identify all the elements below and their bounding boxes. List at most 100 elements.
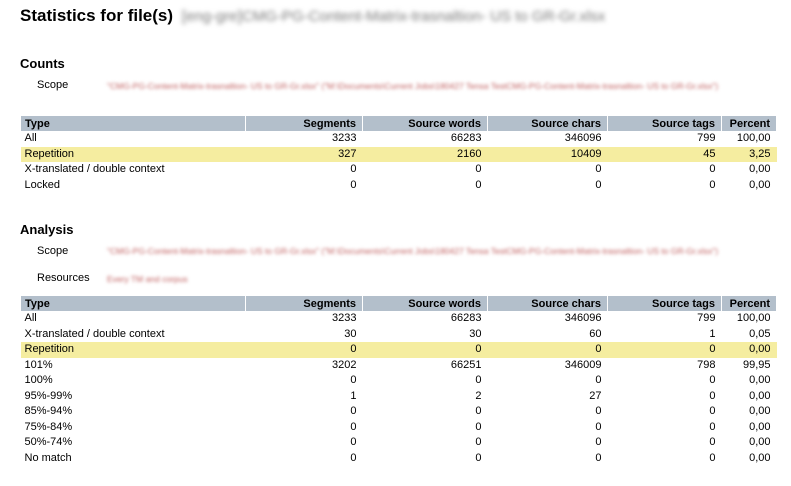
value-cell: 0 xyxy=(475,405,482,418)
value-cell: 0,00 xyxy=(749,163,771,176)
row-type-cell: 100% xyxy=(24,374,53,387)
row-type-cell: 85%-94% xyxy=(24,405,73,418)
row-type-cell: Locked xyxy=(24,178,60,191)
row-type-cell: All xyxy=(24,312,37,325)
value-cell: 2160 xyxy=(362,146,488,162)
value-cell: 346009 xyxy=(564,358,602,371)
column-header: Source chars xyxy=(487,116,608,131)
column-header: Percent xyxy=(721,296,777,311)
analysis-scope-value: "CMG-PG-Content-Matrix-trasnaltion- US t… xyxy=(107,246,719,256)
value-cell: 799 xyxy=(697,132,716,145)
row-type-cell: No match xyxy=(24,451,72,464)
analysis-table: Type Segments Source words Source chars Sour… xyxy=(20,296,777,466)
value-cell: 0 xyxy=(475,451,482,464)
table-row: 85%-94% 0 0 0 0 0,00 xyxy=(21,404,777,420)
counts-scope-label: Scope xyxy=(37,79,69,91)
value-cell: 0 xyxy=(595,163,602,176)
column-header: Type xyxy=(20,116,246,131)
table-row: 50%-74% 0 0 0 0 0,00 xyxy=(21,435,777,451)
value-cell: 60 xyxy=(589,327,602,340)
table-header-row: Type Segments Source words Source chars Sour… xyxy=(20,116,777,131)
table-row: 100% 0 0 0 0 0,00 xyxy=(21,373,777,389)
table-header-row: Type Segments Source words Source chars Sour… xyxy=(20,296,777,311)
row-type-cell: Repetition xyxy=(20,342,246,358)
value-cell: 0 xyxy=(475,178,482,191)
counts-scope-value: "CMG-PG-Content-Matrix-trasnaltion- US t… xyxy=(107,81,719,91)
value-cell: 0 xyxy=(709,436,716,449)
analysis-resources-value: Every TM and corpus xyxy=(107,274,188,284)
value-cell: 0,00 xyxy=(749,451,771,464)
value-cell: 3202 xyxy=(332,358,357,371)
value-cell: 66251 xyxy=(450,358,482,371)
value-cell: 0,00 xyxy=(749,374,771,387)
value-cell: 327 xyxy=(245,146,363,162)
value-cell: 100,00 xyxy=(736,312,771,325)
value-cell: 30 xyxy=(344,327,357,340)
value-cell: 0 xyxy=(350,374,357,387)
value-cell: 0,00 xyxy=(749,405,771,418)
value-cell: 346096 xyxy=(564,132,602,145)
column-header: Segments xyxy=(245,116,363,131)
value-cell: 0 xyxy=(595,178,602,191)
table-row: All 3233 66283 346096 799 100,00 xyxy=(21,311,777,327)
column-header: Source tags xyxy=(607,296,722,311)
value-cell: 0,00 xyxy=(749,178,771,191)
value-cell: 0,00 xyxy=(749,389,771,402)
value-cell: 3,25 xyxy=(721,146,777,162)
value-cell: 0 xyxy=(475,374,482,387)
page-title: Statistics for file(s) [eng-gre]CMG-PG-C… xyxy=(20,6,605,26)
value-cell: 0 xyxy=(475,163,482,176)
row-type-cell: All xyxy=(24,132,37,145)
row-type-cell: 75%-84% xyxy=(24,420,73,433)
page-title-label: Statistics for file(s) xyxy=(20,6,174,25)
table-row: All 3233 66283 346096 799 100,00 xyxy=(21,131,777,147)
table-row: X-translated / double context 30 30 60 1 0,05 xyxy=(21,327,777,343)
value-cell: 0 xyxy=(595,420,602,433)
value-cell: 10409 xyxy=(487,146,608,162)
value-cell: 45 xyxy=(607,146,722,162)
row-type-cell: 101% xyxy=(24,358,53,371)
value-cell: 0 xyxy=(487,342,608,358)
table-row: Locked 0 0 0 0 0,00 xyxy=(21,178,777,194)
value-cell: 0 xyxy=(475,436,482,449)
value-cell: 0 xyxy=(362,342,488,358)
table-row: 101% 3202 66251 346009 798 99,95 xyxy=(21,358,777,374)
row-type-cell: Repetition xyxy=(20,146,246,162)
row-type-cell: X-translated / double context xyxy=(24,163,165,176)
value-cell: 1 xyxy=(350,389,357,402)
value-cell: 0 xyxy=(595,436,602,449)
value-cell: 66283 xyxy=(450,312,482,325)
value-cell: 0 xyxy=(350,178,357,191)
counts-table: Type Segments Source words Source chars Sour… xyxy=(20,116,777,193)
analysis-heading: Analysis xyxy=(20,222,74,237)
column-header: Source tags xyxy=(607,116,722,131)
column-header: Source words xyxy=(362,296,488,311)
column-header: Type xyxy=(20,296,246,311)
value-cell: 0,00 xyxy=(721,342,777,358)
value-cell: 0 xyxy=(475,420,482,433)
row-type-cell: 50%-74% xyxy=(24,436,73,449)
column-header: Source chars xyxy=(487,296,608,311)
value-cell: 0 xyxy=(595,374,602,387)
value-cell: 0 xyxy=(350,405,357,418)
row-type-cell: 95%-99% xyxy=(24,389,73,402)
row-type-cell: X-translated / double context xyxy=(24,327,165,340)
table-row: Repetition 327 2160 10409 45 3,25 xyxy=(20,146,777,162)
value-cell: 66283 xyxy=(450,132,482,145)
counts-heading: Counts xyxy=(20,56,65,71)
value-cell: 0 xyxy=(709,178,716,191)
file-name: [eng-gre]CMG-PG-Content-Matrix-trasnalti… xyxy=(181,8,606,25)
value-cell: 0 xyxy=(607,342,722,358)
table-row: No match 0 0 0 0 0,00 xyxy=(21,451,777,467)
value-cell: 0,00 xyxy=(749,420,771,433)
column-header: Source words xyxy=(362,116,488,131)
column-header: Percent xyxy=(721,116,777,131)
value-cell: 0 xyxy=(709,374,716,387)
value-cell: 3233 xyxy=(332,312,357,325)
value-cell: 0 xyxy=(709,451,716,464)
table-row: Repetition 0 0 0 0 0,00 xyxy=(20,342,777,358)
value-cell: 0 xyxy=(350,436,357,449)
value-cell: 0 xyxy=(709,389,716,402)
value-cell: 798 xyxy=(697,358,716,371)
value-cell: 0 xyxy=(709,405,716,418)
